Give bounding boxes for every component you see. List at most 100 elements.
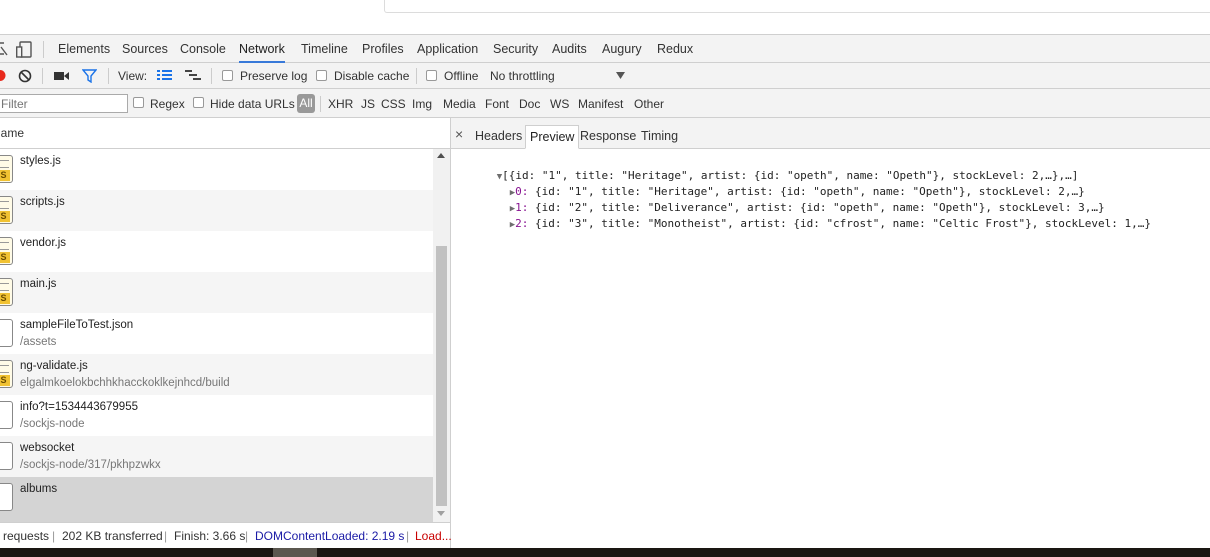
devtools-tab-bar: Elements Sources Console Network Timelin… bbox=[0, 34, 1210, 63]
json-preview: ▼[{id: "1", title: "Heritage", artist: {… bbox=[451, 149, 1210, 548]
disable-cache-checkbox[interactable] bbox=[316, 70, 327, 81]
request-row[interactable]: S ng-validate.js elgalmkoelokbchhkhaccko… bbox=[0, 354, 433, 395]
json-item-index: 2 bbox=[515, 217, 522, 230]
inspect-icon[interactable] bbox=[0, 41, 8, 57]
filter-other[interactable]: Other bbox=[634, 96, 664, 112]
separator bbox=[108, 68, 109, 84]
throttling-select[interactable]: No throttling bbox=[490, 68, 555, 84]
device-mode-icon[interactable] bbox=[16, 41, 34, 58]
request-row[interactable]: websocket /sockjs-node/317/pkhpzwkx bbox=[0, 436, 433, 477]
filter-js[interactable]: JS bbox=[361, 96, 375, 112]
detail-tab-bar: × Headers Preview Response Timing bbox=[451, 118, 1210, 149]
filter-input[interactable] bbox=[0, 94, 128, 113]
request-name: main.js bbox=[20, 278, 57, 290]
transferred-size: 202 KB transferred bbox=[62, 529, 163, 543]
network-toolbar: View: Preserve log Disable cache Offline… bbox=[0, 63, 1210, 89]
request-row[interactable]: S styles.js bbox=[0, 149, 433, 190]
address-bar[interactable] bbox=[384, 0, 1210, 13]
hide-data-urls-label: Hide data URLs bbox=[210, 97, 295, 111]
filter-img[interactable]: Img bbox=[412, 96, 432, 112]
request-row[interactable]: info?t=1534443679955 /sockjs-node bbox=[0, 395, 433, 436]
preserve-log-checkbox[interactable] bbox=[222, 70, 233, 81]
name-column-label: Name bbox=[0, 126, 25, 140]
tab-profiles[interactable]: Profiles bbox=[362, 35, 404, 63]
tab-augury[interactable]: Augury bbox=[602, 35, 642, 63]
name-column-header[interactable]: Name bbox=[0, 118, 450, 149]
filter-media[interactable]: Media bbox=[443, 96, 476, 112]
scroll-down-arrow-icon[interactable] bbox=[437, 511, 445, 516]
request-row-selected[interactable]: albums bbox=[0, 477, 433, 522]
browser-top-area bbox=[0, 0, 1210, 34]
request-list-scrollbar[interactable] bbox=[433, 149, 450, 522]
record-icon[interactable] bbox=[0, 69, 6, 82]
finish-time: Finish: 3.66 s bbox=[174, 529, 246, 543]
offline-label: Offline bbox=[444, 69, 479, 83]
filter-css[interactable]: CSS bbox=[381, 96, 406, 112]
separator bbox=[416, 68, 417, 84]
request-row[interactable]: S scripts.js bbox=[0, 190, 433, 231]
requests-count: requests bbox=[3, 529, 50, 543]
document-icon bbox=[0, 401, 13, 429]
document-icon bbox=[0, 319, 13, 347]
tab-redux[interactable]: Redux bbox=[657, 35, 693, 63]
request-path: /sockjs-node bbox=[20, 418, 85, 430]
separator bbox=[42, 68, 43, 84]
filter-bar: Regex Hide data URLs All XHR JS CSS Img … bbox=[0, 89, 1210, 118]
request-row[interactable]: S main.js bbox=[0, 272, 433, 313]
request-name: sampleFileToTest.json bbox=[20, 319, 134, 331]
hide-data-urls-checkbox[interactable] bbox=[193, 97, 204, 108]
request-row[interactable]: S vendor.js bbox=[0, 231, 433, 272]
request-name: websocket bbox=[20, 442, 75, 454]
tab-timing[interactable]: Timing bbox=[637, 125, 682, 149]
tab-audits[interactable]: Audits bbox=[552, 35, 587, 63]
close-icon[interactable]: × bbox=[455, 126, 463, 142]
scrollbar-thumb[interactable] bbox=[436, 246, 447, 506]
clear-icon[interactable] bbox=[18, 69, 32, 83]
view-label: View: bbox=[118, 69, 148, 83]
load-time: Load... bbox=[415, 529, 452, 543]
summary-divider: | bbox=[52, 529, 56, 543]
request-path: /sockjs-node/317/pkhpzwkx bbox=[20, 459, 161, 471]
filter-icon[interactable] bbox=[82, 69, 97, 83]
request-name: vendor.js bbox=[20, 237, 67, 249]
scroll-up-arrow-icon[interactable] bbox=[437, 153, 445, 158]
js-file-icon: S bbox=[0, 196, 13, 224]
regex-checkbox[interactable] bbox=[133, 97, 144, 108]
request-name: info?t=1534443679955 bbox=[20, 401, 138, 413]
tab-security[interactable]: Security bbox=[493, 35, 538, 63]
tab-headers[interactable]: Headers bbox=[471, 125, 526, 149]
request-row[interactable]: sampleFileToTest.json /assets bbox=[0, 313, 433, 354]
tab-network[interactable]: Network bbox=[239, 35, 285, 63]
filter-manifest[interactable]: Manifest bbox=[578, 96, 623, 112]
request-list: S styles.js S scripts.js S vendor.js S m… bbox=[0, 149, 433, 522]
separator bbox=[211, 68, 212, 84]
camera-icon[interactable] bbox=[54, 70, 70, 82]
summary-divider: | bbox=[164, 529, 168, 543]
regex-label: Regex bbox=[150, 97, 185, 111]
dropdown-arrow-icon[interactable] bbox=[616, 72, 625, 79]
tab-elements[interactable]: Elements bbox=[58, 35, 110, 63]
filter-doc[interactable]: Doc bbox=[519, 96, 540, 112]
tab-console[interactable]: Console bbox=[180, 35, 226, 63]
js-file-icon: S bbox=[0, 237, 13, 265]
filter-font[interactable]: Font bbox=[485, 96, 509, 112]
filter-all-button[interactable]: All bbox=[297, 94, 315, 113]
document-icon bbox=[0, 442, 13, 470]
tab-response[interactable]: Response bbox=[576, 125, 640, 149]
domcontentloaded-time: DOMContentLoaded: 2.19 s bbox=[255, 529, 405, 543]
tab-timeline[interactable]: Timeline bbox=[301, 35, 348, 63]
json-item-value: {id: "3", title: "Monotheist", artist: {… bbox=[535, 217, 1151, 230]
tab-sources[interactable]: Sources bbox=[122, 35, 168, 63]
tab-preview[interactable]: Preview bbox=[525, 125, 580, 149]
waterfall-view-icon[interactable] bbox=[185, 70, 201, 82]
tab-application[interactable]: Application bbox=[417, 35, 478, 63]
filter-xhr[interactable]: XHR bbox=[328, 96, 353, 112]
taskbar-item bbox=[273, 548, 317, 557]
request-name: scripts.js bbox=[20, 196, 65, 208]
json-item-row[interactable]: ▶2: {id: "3", title: "Monotheist", artis… bbox=[470, 200, 1151, 249]
filter-ws[interactable]: WS bbox=[550, 96, 569, 112]
offline-checkbox[interactable] bbox=[426, 70, 437, 81]
list-view-icon[interactable] bbox=[157, 70, 172, 82]
summary-divider: | bbox=[245, 529, 249, 543]
request-path: /assets bbox=[20, 336, 57, 348]
